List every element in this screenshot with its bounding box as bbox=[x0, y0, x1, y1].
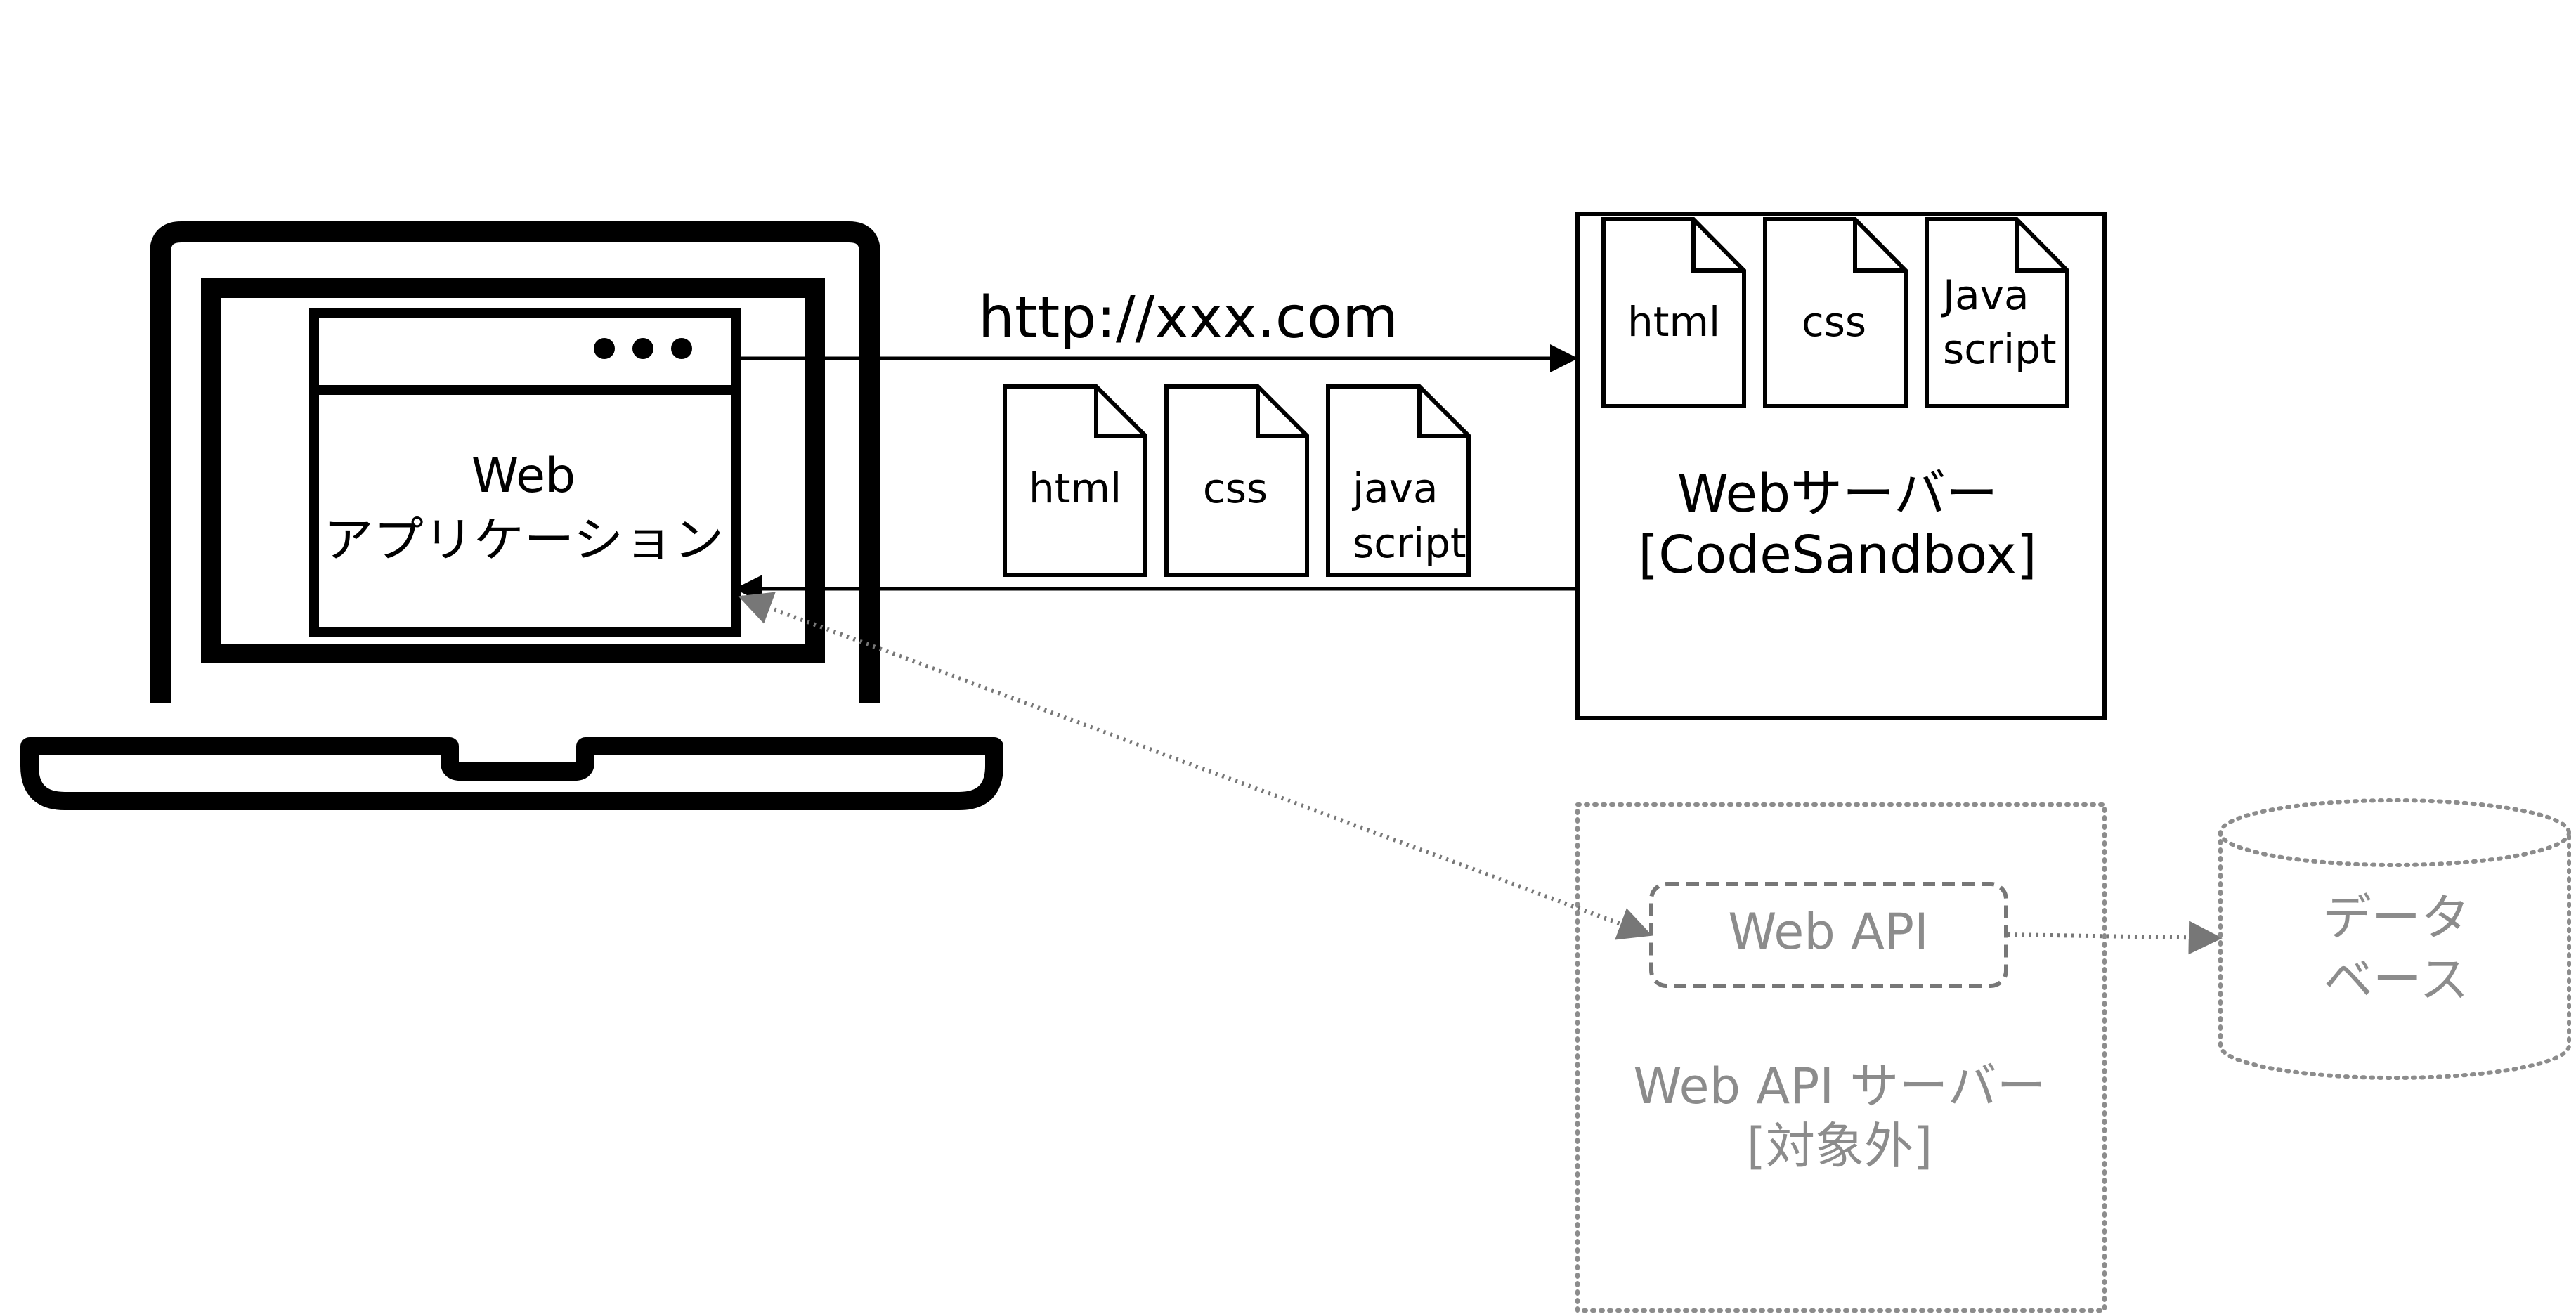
server-file-css: css bbox=[1763, 217, 1908, 408]
database-label-line2: ベース bbox=[2324, 951, 2469, 1008]
web-api-box: Web API bbox=[1649, 882, 2008, 988]
database-label-line1: データ bbox=[2322, 889, 2470, 947]
file-label: html bbox=[1029, 464, 1121, 512]
server-file-javascript: Java script bbox=[1925, 217, 2069, 408]
server-file-html: html bbox=[1601, 217, 1746, 408]
response-file-html: html bbox=[1003, 384, 1147, 577]
file-label-line1: Java bbox=[1941, 271, 2029, 319]
file-label: html bbox=[1627, 298, 1720, 346]
api-server-box: Web API サーバー [対象外] bbox=[1575, 802, 2107, 1313]
file-label: css bbox=[1802, 298, 1866, 346]
database-icon: データ ベース bbox=[2218, 798, 2571, 1080]
browser-window: Web アプリケーション bbox=[309, 308, 741, 637]
response-file-javascript: java script bbox=[1326, 384, 1471, 577]
response-file-css: css bbox=[1164, 384, 1309, 577]
file-label: css bbox=[1203, 464, 1268, 512]
architecture-diagram: Web アプリケーション http://xxx.com html css jav… bbox=[20, 212, 2571, 1313]
more-dots-icon bbox=[594, 338, 692, 359]
api-server-label-line2: [対象外] bbox=[1747, 1117, 1933, 1175]
database-query-arrow bbox=[2008, 921, 2223, 955]
api-call-arrow bbox=[738, 592, 1653, 940]
file-label-line2: script bbox=[1353, 519, 1466, 567]
file-label-line2: script bbox=[1943, 325, 2057, 373]
request-url: http://xxx.com bbox=[978, 285, 1398, 351]
file-label-line1: java bbox=[1351, 464, 1438, 512]
web-server-label-line2: [CodeSandbox] bbox=[1638, 525, 2036, 585]
app-label-line2: アプリケーション bbox=[323, 513, 724, 568]
api-server-label-line1: Web API サーバー bbox=[1633, 1058, 2045, 1115]
app-label-line1: Web bbox=[471, 448, 575, 504]
web-server-label-line1: Webサーバー bbox=[1677, 464, 1998, 524]
web-api-label: Web API bbox=[1728, 903, 1929, 961]
